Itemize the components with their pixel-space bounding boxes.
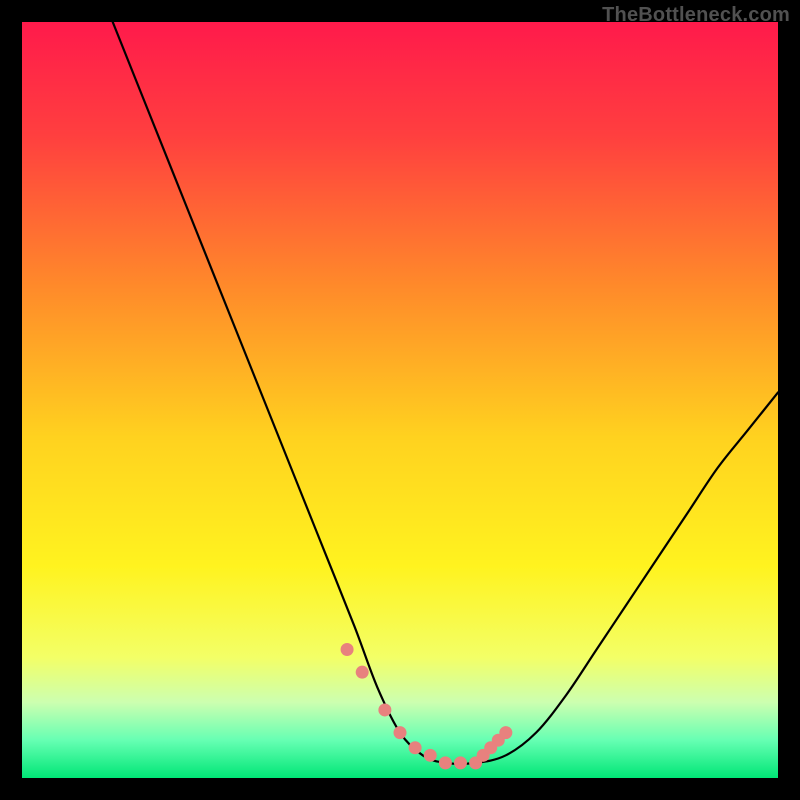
- highlight-point: [341, 643, 354, 656]
- highlight-point: [394, 726, 407, 739]
- highlight-point: [378, 703, 391, 716]
- watermark-label: TheBottleneck.com: [602, 4, 790, 27]
- chart-canvas: [0, 0, 800, 800]
- highlight-point: [499, 726, 512, 739]
- highlight-point: [356, 666, 369, 679]
- highlight-point: [439, 756, 452, 769]
- highlight-point: [454, 756, 467, 769]
- highlight-point: [409, 741, 422, 754]
- bottleneck-chart: TheBottleneck.com: [0, 0, 800, 800]
- plot-area: [22, 22, 778, 778]
- highlight-point: [424, 749, 437, 762]
